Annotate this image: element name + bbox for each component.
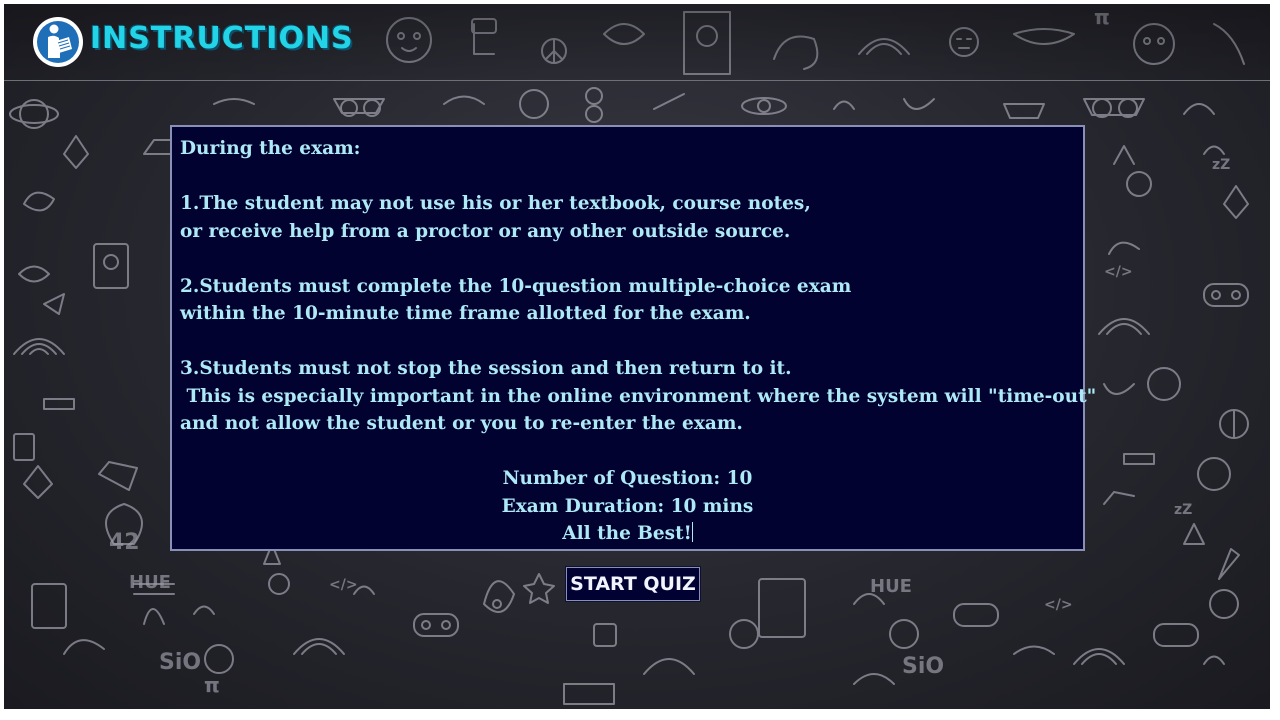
svg-text:</>: </> [1104, 264, 1133, 280]
rule-1-line-1: 1.The student may not use his or her tex… [180, 193, 811, 214]
rule-2-line-2: within the 10-minute time frame allotted… [180, 303, 751, 324]
rule-3-line-3: and not allow the student or you to re-e… [180, 413, 743, 434]
exam-duration: Exam Duration: 10 mins [501, 495, 754, 517]
svg-text:SiO: SiO [159, 650, 201, 675]
svg-text:zZ: zZ [1174, 502, 1192, 518]
svg-text:SiO: SiO [902, 654, 944, 679]
start-quiz-button[interactable]: START QUIZ [566, 567, 700, 601]
header-bar: INSTRUCTIONS [4, 4, 1270, 81]
closing-text: All the Best! [562, 523, 692, 544]
text-cursor [691, 522, 693, 542]
rule-3-line-2: This is especially important in the onli… [180, 385, 1097, 407]
svg-text:</>: </> [329, 577, 358, 593]
instructions-intro: During the exam: [180, 138, 361, 159]
rule-3-line-1: 3.Students must not stop the session and… [180, 358, 792, 379]
reader-icon [33, 17, 83, 67]
instructions-panel: During the exam: 1.The student may not u… [170, 125, 1097, 551]
rule-2-line-1: 2.Students must complete the 10-question… [180, 275, 852, 297]
rule-1-line-2: or receive help from a proctor or any ot… [180, 220, 791, 242]
svg-text:π: π [204, 673, 220, 697]
closing-line: All the Best! [180, 520, 1075, 548]
instructions-screen: HUE HUE SiO SiO 42 zZ zZ π π </> </> </> [4, 4, 1270, 709]
page-title: INSTRUCTIONS [90, 21, 354, 56]
svg-text:42: 42 [109, 530, 140, 555]
question-count: Number of Question: 10 [502, 468, 753, 489]
app-window: HUE HUE SiO SiO 42 zZ zZ π π </> </> </> [0, 0, 1280, 720]
svg-text:HUE: HUE [129, 572, 171, 593]
svg-text:HUE: HUE [870, 576, 912, 597]
svg-text:</>: </> [1044, 597, 1073, 613]
svg-text:zZ: zZ [1212, 157, 1230, 173]
